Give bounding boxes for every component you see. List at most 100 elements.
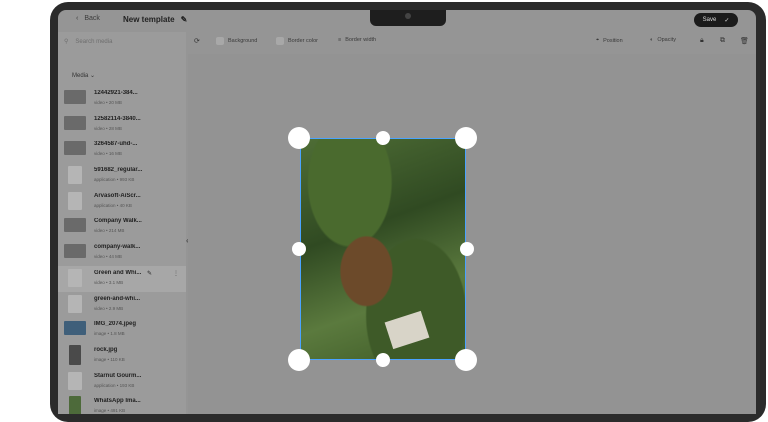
list-item[interactable]: 3264587-uhd-... video • 16 MB: [58, 137, 186, 163]
more-icon[interactable]: ⋮: [173, 270, 179, 277]
list-item[interactable]: company-walk... video • 44 MB: [58, 240, 186, 266]
back-button[interactable]: ‹ Back: [76, 15, 100, 22]
list-item[interactable]: Starnut Gourm... application • 193 KB: [58, 369, 186, 395]
item-meta: video • 214 MB: [94, 228, 125, 234]
border-width-button[interactable]: ≡ Border width: [338, 37, 376, 43]
border-color-swatch: [276, 37, 284, 45]
media-tab-label: Media: [72, 73, 89, 79]
item-meta: application • 193 KB: [94, 382, 135, 388]
search-icon: ⚲: [64, 39, 69, 45]
item-name: IMG_2074.jpeg: [94, 321, 137, 328]
item-name: Green and Whi...: [94, 269, 142, 276]
item-name: WhatsApp Ima...: [94, 398, 141, 405]
background-label: Background: [228, 38, 258, 44]
item-name: company-walk...: [94, 244, 141, 251]
resize-handle-bottom-left[interactable]: [288, 349, 310, 371]
selection-outline: [300, 138, 466, 360]
media-thumbnail: [68, 268, 82, 287]
camera-notch: [370, 10, 446, 26]
opacity-label: Opacity: [657, 37, 676, 43]
item-name: 12582114-3840...: [94, 115, 141, 122]
item-meta: application • 993 KB: [94, 177, 135, 183]
image-thumbnail: [69, 396, 81, 414]
background-swatch: [216, 37, 224, 45]
chevron-left-icon: ‹: [76, 15, 79, 22]
list-item-selected[interactable]: Green and Whi... video • 3.1 MB ✎ ⋮: [58, 265, 186, 292]
media-dropdown[interactable]: Media ⌄: [72, 72, 95, 79]
search-placeholder: Search media: [75, 38, 113, 45]
resize-handle-right[interactable]: [460, 242, 474, 256]
trash-icon[interactable]: 🗑︎: [740, 37, 749, 45]
list-item[interactable]: IMG_2074.jpegimage • 1.8 MB: [58, 317, 186, 343]
media-thumbnail: [64, 244, 86, 259]
list-item[interactable]: Arvasoft-AiScr... application • 40 KB: [58, 189, 186, 215]
item-meta: video • 28 MB: [94, 125, 122, 131]
item-name: green-and-whi...: [94, 295, 141, 302]
item-name: 12442921-384...: [94, 90, 138, 96]
image-thumbnail: [69, 344, 81, 365]
media-thumbnail: [64, 141, 86, 156]
media-thumbnail: [64, 90, 86, 104]
item-name: Company Walk...: [94, 218, 142, 225]
property-toolbar: ⟳ Background Border color ≡ Border width …: [188, 34, 756, 50]
resize-handle-top-left[interactable]: [288, 127, 310, 149]
list-item[interactable]: Company Walk... video • 214 MB: [58, 214, 186, 240]
item-meta: image • 110 KB: [94, 356, 125, 362]
media-sidebar: ⚲ Search media Media ⌄ 12442921-384... vi…: [58, 32, 186, 414]
item-name: 3264587-uhd-...: [94, 141, 138, 148]
document-thumbnail: [68, 166, 82, 185]
opacity-icon: ◐: [650, 37, 654, 43]
item-meta: video • 44 MB: [94, 254, 122, 260]
position-button[interactable]: ⌖ Position: [596, 37, 623, 44]
media-thumbnail: [68, 294, 82, 313]
background-button[interactable]: Background: [216, 37, 257, 45]
list-item[interactable]: 591682_regular... application • 993 KB: [58, 163, 186, 189]
item-meta: image • 491 KB: [94, 408, 126, 414]
resize-handle-top[interactable]: [376, 131, 390, 145]
item-name: Starnut Gourm...: [94, 372, 142, 379]
item-meta: video • 20 MB: [94, 100, 122, 105]
resize-handle-bottom[interactable]: [376, 353, 390, 367]
list-item[interactable]: green-and-whi... video • 2.9 MB: [58, 292, 186, 318]
lines-icon: ≡: [338, 37, 342, 43]
pencil-icon[interactable]: ✎: [147, 270, 152, 277]
lock-icon[interactable]: 🔒︎: [700, 37, 704, 45]
media-thumbnail: [64, 115, 86, 130]
pencil-icon[interactable]: ✎: [181, 15, 188, 24]
resize-handle-left[interactable]: [292, 242, 306, 256]
border-color-label: Border color: [288, 38, 318, 44]
position-icon: ⌖: [596, 37, 600, 43]
camera-icon: [405, 13, 411, 19]
refresh-icon[interactable]: ⟳: [194, 37, 200, 45]
search-input[interactable]: ⚲ Search media: [64, 38, 113, 46]
duplicate-icon[interactable]: ⧉: [720, 37, 725, 45]
check-icon: ✓: [724, 17, 730, 24]
media-list: 12442921-384... video • 20 MB 12582114-38…: [58, 86, 186, 414]
item-name: Arvasoft-AiScr...: [94, 192, 141, 199]
list-item[interactable]: WhatsApp Ima... image • 491 KB: [58, 394, 186, 414]
resize-handle-bottom-right[interactable]: [455, 349, 477, 371]
border-color-button[interactable]: Border color: [276, 37, 318, 45]
template-title[interactable]: New template ✎: [123, 15, 187, 24]
item-name: rock.jpg: [94, 346, 118, 353]
item-meta: video • 2.9 MB: [94, 305, 124, 311]
image-thumbnail: [64, 321, 86, 336]
resize-handle-top-right[interactable]: [455, 127, 477, 149]
position-label: Position: [603, 37, 623, 44]
item-meta: video • 16 MB: [94, 151, 122, 157]
item-meta: image • 1.8 MB: [94, 331, 125, 337]
document-thumbnail: [68, 371, 82, 390]
list-item[interactable]: rock.jpg image • 110 KB: [58, 343, 186, 369]
item-meta: video • 3.1 MB: [94, 279, 124, 285]
border-width-label: Border width: [345, 37, 377, 43]
item-meta: application • 40 KB: [94, 202, 132, 208]
item-name: 591682_regular...: [94, 167, 143, 174]
save-button[interactable]: Save ✓: [694, 13, 738, 27]
list-item[interactable]: 12582114-3840... video • 28 MB: [58, 112, 186, 138]
chevron-down-icon: ⌄: [90, 73, 96, 79]
save-label: Save: [702, 17, 717, 23]
opacity-button[interactable]: ◐ Opacity: [650, 37, 676, 43]
list-item[interactable]: 12442921-384... video • 20 MB: [58, 86, 186, 112]
document-thumbnail: [68, 191, 82, 210]
back-label: Back: [84, 15, 100, 22]
